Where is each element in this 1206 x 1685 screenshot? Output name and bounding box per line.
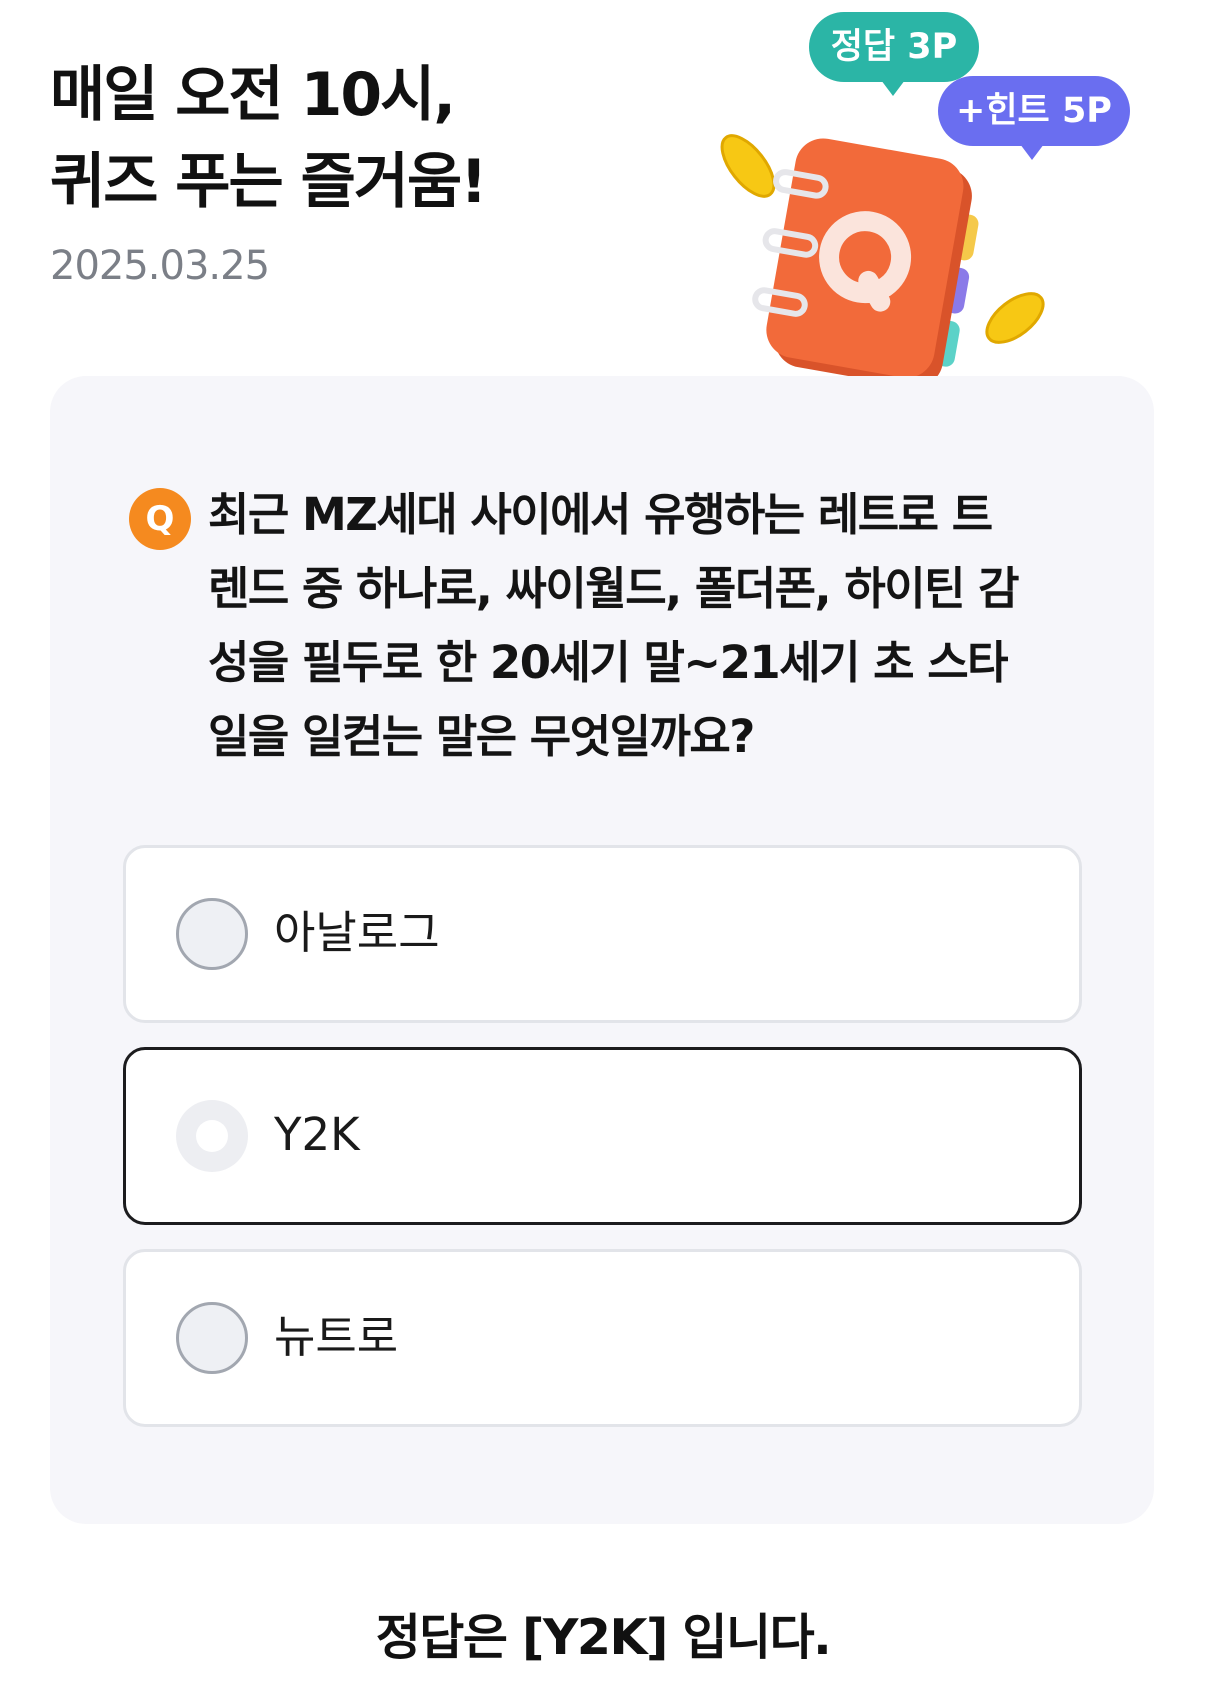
answer-option-analog[interactable]: 아날로그: [123, 845, 1082, 1023]
header-title-line-1: 매일 오전 10시,: [50, 60, 456, 130]
option-label: 아날로그: [274, 906, 440, 959]
quiz-date: 2025.03.25: [50, 243, 270, 289]
header-title-line-2: 퀴즈 푸는 즐거움!: [50, 147, 488, 217]
answer-points-label: 정답 3P: [830, 27, 958, 67]
coin-left: [720, 134, 776, 198]
question-line-1: 최근 MZ세대 사이에서 유행하는 레트로 트: [208, 488, 993, 541]
answer-badge-tail: [881, 80, 905, 96]
quiz-card: Q 최근 MZ세대 사이에서 유행하는 레트로 트 렌드 중 하나로, 싸이월드…: [50, 376, 1154, 1524]
quiz-notebook-icon: [720, 134, 1045, 412]
answer-option-newtro[interactable]: 뉴트로: [123, 1249, 1082, 1427]
radio-button-selected[interactable]: [176, 1100, 248, 1172]
coin-right: [985, 292, 1045, 344]
hint-badge-tail: [1020, 144, 1044, 160]
question-line-4: 일을 일컫는 말은 무엇일까요?: [208, 710, 755, 763]
answer-option-y2k[interactable]: Y2K: [123, 1047, 1082, 1225]
answer-points-badge: 정답 3P: [809, 12, 979, 96]
quiz-illustration: 정답 3P +힌트 5P: [700, 8, 1140, 438]
question-text: 최근 MZ세대 사이에서 유행하는 레트로 트 렌드 중 하나로, 싸이월드, …: [208, 478, 1108, 774]
hint-points-badge: +힌트 5P: [938, 76, 1130, 160]
option-label: 뉴트로: [274, 1310, 399, 1363]
option-label: Y2K: [274, 1108, 360, 1161]
correct-answer-text: 정답은 [Y2K] 입니다.: [375, 1609, 832, 1666]
question-line-2: 렌드 중 하나로, 싸이월드, 폴더폰, 하이틴 감: [208, 562, 1020, 615]
radio-button[interactable]: [176, 898, 248, 970]
question-line-3: 성을 필두로 한 20세기 말~21세기 초 스타: [208, 636, 1009, 689]
question-marker-icon: Q: [129, 488, 191, 550]
hint-points-label: +힌트 5P: [956, 91, 1112, 131]
radio-button[interactable]: [176, 1302, 248, 1374]
header-title: 매일 오전 10시, 퀴즈 푸는 즐거움!: [50, 52, 570, 226]
radio-dot: [196, 1120, 228, 1152]
